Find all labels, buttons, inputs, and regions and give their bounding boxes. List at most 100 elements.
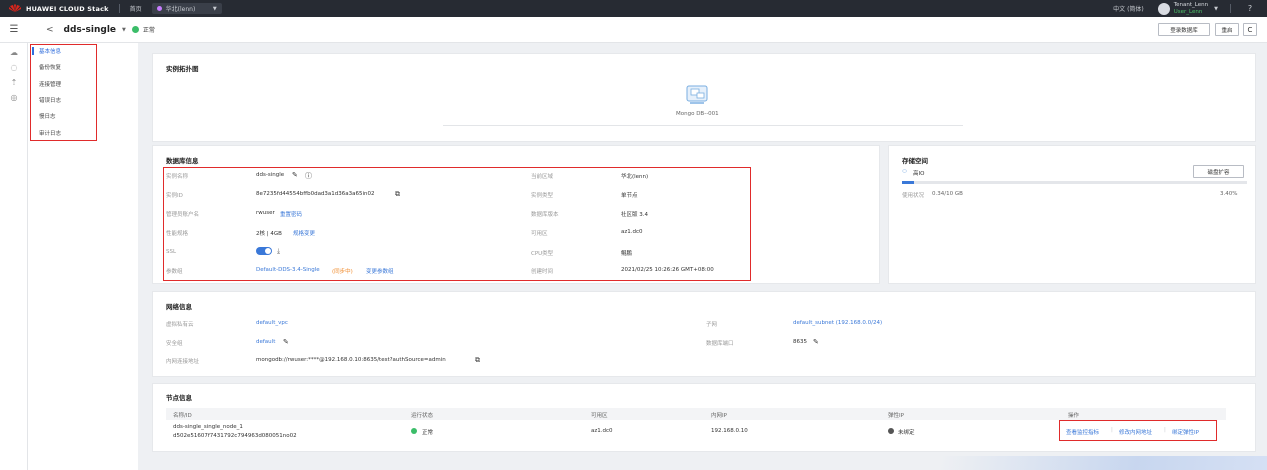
network-title: 网络信息	[166, 303, 192, 311]
usage-value: 0.34/10 GB	[932, 191, 963, 197]
admin-account-label: 管理员账户名	[166, 212, 200, 218]
col-az: 可用区	[591, 413, 608, 419]
param-group-link[interactable]: Default-DDS-3.4-Single	[256, 267, 320, 273]
node-label: Mongo DB--001	[676, 111, 719, 117]
instance-id-label: 实例ID	[166, 193, 183, 199]
reset-password-link[interactable]: 重置密码	[280, 210, 302, 218]
brand-name: HUAWEI CLOUD Stack	[26, 4, 109, 13]
back-button[interactable]: <	[46, 25, 54, 35]
topology-panel: 实例拓扑图 Mongo DB--001	[152, 53, 1256, 142]
edit-icon[interactable]: ✎	[813, 338, 819, 346]
instance-menu: 基本信息 备份恢复 连接管理 错误日志 慢日志 审计日志	[28, 43, 138, 470]
database-info-title: 数据库信息	[166, 157, 199, 165]
user-menu[interactable]: Tenant_Lenn User_Lenn ▼	[1157, 2, 1218, 16]
menu-item-error-log[interactable]: 错误日志	[39, 96, 61, 104]
instance-type-label: 实例类型	[531, 193, 554, 199]
status-ok-icon	[131, 26, 139, 33]
database-node-icon[interactable]	[686, 85, 708, 105]
help-icon[interactable]: ?	[1245, 4, 1255, 14]
menu-item-slow-log[interactable]: 慢日志	[39, 112, 56, 120]
huawei-logo[interactable]: HUAWEI CLOUD Stack	[8, 4, 109, 13]
db-port-label: 数据库端口	[706, 341, 734, 347]
instance-type-value: 单节点	[621, 193, 638, 199]
user-name: User_Lenn	[1173, 8, 1203, 15]
ssl-label: SSL	[166, 249, 177, 255]
divider: |	[1111, 427, 1113, 433]
menu-highlight-box	[30, 44, 97, 141]
security-group-link[interactable]: default	[256, 339, 275, 345]
menu-item-backup[interactable]: 备份恢复	[39, 63, 61, 71]
storage-progress-bar	[902, 181, 1247, 184]
unbound-icon	[888, 428, 894, 434]
cpu-type-label: CPU类型	[531, 251, 554, 257]
edit-icon[interactable]: ✎	[292, 171, 298, 179]
copy-icon[interactable]: ⧉	[395, 190, 400, 199]
topology-title: 实例拓扑图	[166, 65, 199, 73]
storage-title: 存储空间	[902, 157, 928, 165]
monitor-icon[interactable]: ◎	[9, 93, 19, 103]
home-link[interactable]: 首页	[130, 4, 142, 13]
menu-item-connections[interactable]: 连接管理	[39, 80, 61, 88]
refresh-button[interactable]: C	[1243, 23, 1257, 36]
instance-name-label: 实例名称	[166, 174, 189, 180]
cloud-icon[interactable]: ☁	[9, 48, 19, 58]
nodes-panel: 节点信息 名称/ID 运行状态 可用区 内网IP 弹性IP 操作 dds-sin…	[152, 383, 1256, 452]
database-info-panel: 数据库信息 实例名称 dds-single ✎ ⓘ 实例ID 8e7235fd4…	[152, 145, 880, 284]
cpu-type-value: 鲲鹏	[621, 251, 633, 257]
edit-icon[interactable]: ✎	[283, 338, 289, 346]
change-spec-link[interactable]: 规格变更	[293, 229, 315, 237]
instance-header: ☰ < dds-single ▼ 正常 登录数据库 重启 C	[0, 17, 1267, 43]
restart-button[interactable]: 重启	[1215, 23, 1239, 36]
divider: |	[1164, 427, 1166, 433]
instance-switch-chevron-icon[interactable]: ▼	[122, 27, 126, 33]
upload-icon[interactable]: ⇡	[9, 78, 19, 88]
status-ok-icon	[411, 428, 417, 434]
download-icon[interactable]: ⤓	[277, 247, 280, 256]
hamburger-menu-icon[interactable]: ☰	[0, 24, 28, 35]
avatar	[1157, 2, 1170, 15]
view-metrics-link[interactable]: 查看监控指标	[1066, 428, 1099, 436]
service-rail: ☁ ◌ ⇡ ◎	[0, 43, 28, 470]
divider	[1230, 4, 1231, 13]
vpc-link[interactable]: default_vpc	[256, 320, 288, 326]
ssl-toggle[interactable]	[256, 247, 272, 255]
db-port-value: 8635	[793, 339, 807, 345]
nodes-title: 节点信息	[166, 394, 192, 402]
bind-eip-link[interactable]: 绑定弹性IP	[1172, 428, 1199, 436]
help-circle-icon[interactable]: ⓘ	[305, 171, 312, 181]
admin-account-value: rwuser	[256, 210, 275, 216]
storage-progress-fill	[902, 181, 914, 184]
node-eip: 未绑定	[898, 430, 915, 436]
usage-percent: 3.40%	[1220, 191, 1238, 197]
spec-label: 性能规格	[166, 231, 189, 237]
node-private-ip: 192.168.0.10	[711, 428, 748, 434]
top-bar: HUAWEI CLOUD Stack 首页 华北(lenn) ▼ 中文 (简体)…	[0, 0, 1267, 17]
instance-name-value: dds-single	[256, 172, 285, 178]
spec-value: 2核 | 4GB	[256, 231, 282, 237]
az-label: 可用区	[531, 231, 548, 237]
col-private-ip: 内网IP	[711, 413, 727, 419]
divider	[118, 4, 120, 13]
language-selector[interactable]: 中文 (简体)	[1113, 4, 1144, 13]
login-database-button[interactable]: 登录数据库	[1158, 23, 1210, 36]
region-value: 华北(lenn)	[621, 174, 649, 180]
change-param-group-link[interactable]: 变更参数组	[366, 267, 394, 275]
col-name-id: 名称/ID	[173, 413, 192, 419]
copy-icon[interactable]: ⧉	[475, 356, 480, 365]
sync-status: (同步中)	[332, 269, 353, 275]
region-selector[interactable]: 华北(lenn) ▼	[151, 3, 222, 14]
expand-disk-button[interactable]: 磁盘扩容	[1193, 165, 1244, 178]
node-az: az1.dc0	[591, 428, 613, 434]
region-label: 当前区域	[531, 174, 554, 180]
region-icon	[156, 6, 162, 11]
disk-icon: ⬭	[902, 168, 908, 175]
modify-private-ip-link[interactable]: 修改内网地址	[1119, 428, 1152, 436]
menu-item-basic-info[interactable]: 基本信息	[39, 47, 61, 55]
subnet-link[interactable]: default_subnet (192.168.0.0/24)	[793, 320, 882, 326]
cloud-outline-icon[interactable]: ◌	[9, 63, 19, 73]
az-value: az1.dc0	[621, 229, 643, 235]
menu-item-audit-log[interactable]: 审计日志	[39, 129, 61, 137]
instance-status: 正常	[142, 27, 155, 34]
chevron-down-icon: ▼	[212, 5, 217, 12]
usage-label: 使用状况	[902, 193, 925, 199]
